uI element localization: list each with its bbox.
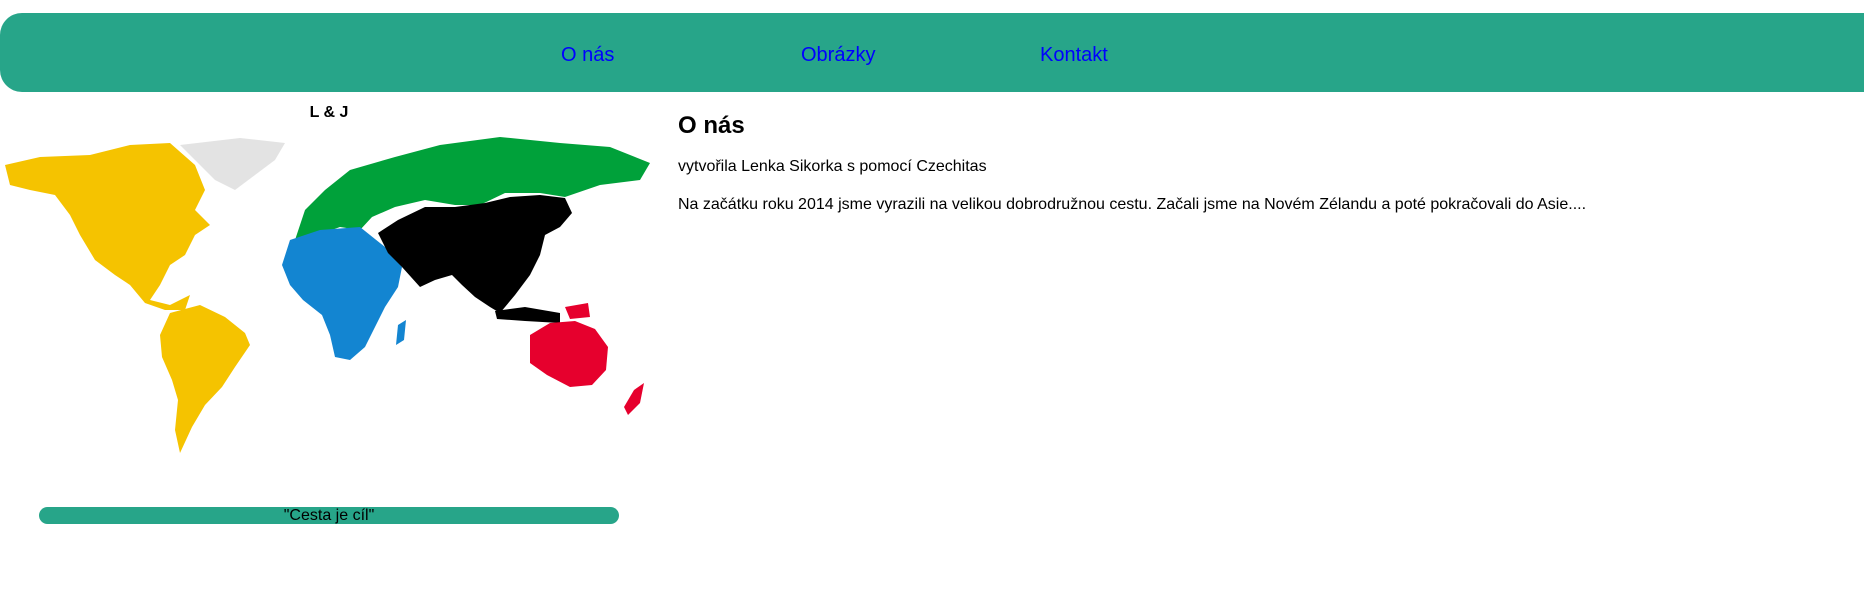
nav-link-kontakt[interactable]: Kontakt [1040,44,1108,67]
motto-banner: "Cesta je cíl" [39,507,619,524]
top-navigation-bar: O nás Obrázky Kontakt [0,13,1864,92]
intro-paragraph: Na začátku roku 2014 jsme vyrazili na ve… [678,196,1587,213]
map-region-madagascar [396,320,406,345]
map-region-north-america [5,143,210,310]
author-line: vytvořila Lenka Sikorka s pomocí Czechit… [678,158,987,175]
map-region-south-america [160,305,250,453]
site-logo-title: L & J [309,104,349,121]
world-map-image [5,137,650,453]
motto-text: "Cesta je cíl" [283,507,375,524]
map-region-papua [565,303,590,319]
nav-link-obrazky[interactable]: Obrázky [801,44,875,67]
main-content: O nás vytvořila Lenka Sikorka s pomocí C… [678,112,1828,234]
map-region-new-zealand [624,383,644,415]
map-region-africa [282,227,402,360]
map-region-indonesia [495,307,560,323]
map-region-asia [378,195,572,313]
page-title: O nás [678,112,745,139]
nav-link-o-nas[interactable]: O nás [561,44,614,67]
map-region-australia [530,321,608,387]
